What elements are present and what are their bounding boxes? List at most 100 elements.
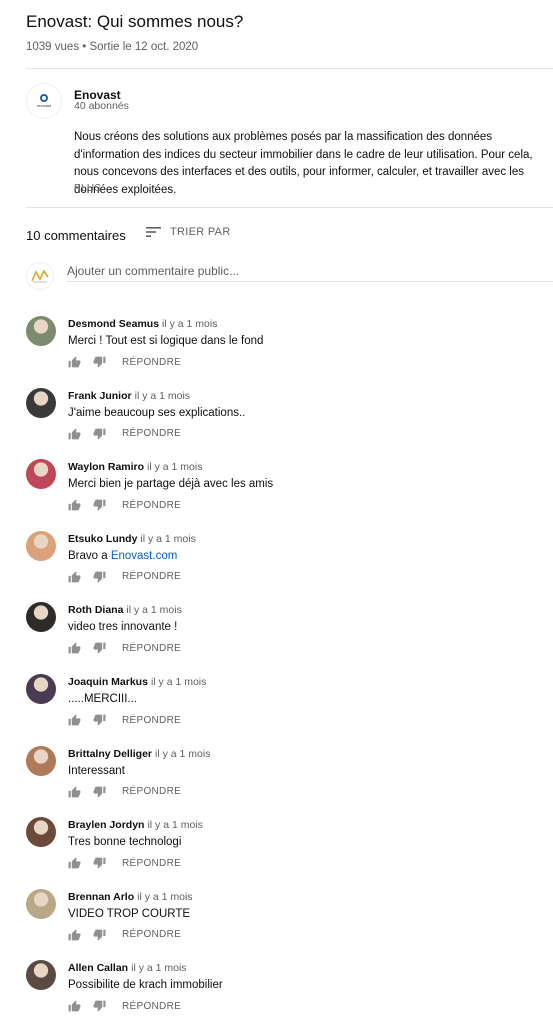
comment-actions: RÉPONDRE — [68, 857, 181, 869]
commenter-avatar[interactable] — [26, 602, 56, 633]
comment-text-content: Merci ! Tout est si logique dans le fond — [68, 335, 264, 347]
reply-button[interactable]: RÉPONDRE — [122, 643, 181, 654]
comment-author[interactable]: Brittalny Delliger — [68, 748, 152, 760]
add-comment-input[interactable]: Ajouter un commentaire public... — [67, 260, 553, 282]
thumb-up-icon — [68, 356, 81, 368]
thumb-up-icon — [68, 929, 81, 941]
channel-avatar[interactable]: enovast — [26, 83, 62, 119]
reply-button[interactable]: RÉPONDRE — [122, 500, 181, 511]
comment-time[interactable]: il y a 1 mois — [147, 819, 202, 831]
comment-text-content: Interessant — [68, 764, 125, 777]
comment-author[interactable]: Frank Junior — [68, 390, 132, 402]
comment-link[interactable]: Enovast.com — [111, 550, 177, 562]
divider-top — [26, 68, 553, 69]
comment-author[interactable]: Allen Callan — [68, 962, 128, 974]
comment-author[interactable]: Waylon Ramiro — [68, 461, 144, 473]
thumb-up-icon — [68, 428, 81, 440]
like-button[interactable] — [68, 714, 81, 726]
comment-item: Brittalny Delliger il y a 1 mois Interessa… — [26, 745, 553, 818]
reply-button[interactable]: RÉPONDRE — [122, 571, 181, 582]
comment-text: Possibilite de krach immobilier — [68, 979, 223, 991]
comment-text: .....MERCIII... — [68, 693, 137, 705]
dislike-button[interactable] — [93, 857, 106, 869]
like-button[interactable] — [68, 642, 81, 654]
reply-button[interactable]: RÉPONDRE — [122, 786, 181, 797]
thumb-down-icon — [93, 356, 106, 368]
comment-author[interactable]: Brennan Arlo — [68, 891, 134, 903]
dislike-button[interactable] — [93, 571, 106, 583]
commenter-avatar[interactable] — [26, 817, 56, 848]
comment-author[interactable]: Desmond Seamus — [68, 318, 159, 330]
comment-text: J'aime beaucoup ses explications.. — [68, 407, 245, 419]
commenter-avatar[interactable] — [26, 888, 56, 919]
reply-button[interactable]: RÉPONDRE — [122, 858, 181, 869]
reply-button[interactable]: RÉPONDRE — [122, 1001, 181, 1012]
thumb-down-icon — [93, 857, 106, 869]
thumb-up-icon — [68, 642, 81, 654]
comment-time[interactable]: il y a 1 mois — [155, 748, 210, 760]
comment-author[interactable]: Joaquin Markus — [68, 676, 148, 688]
like-button[interactable] — [68, 857, 81, 869]
dislike-button[interactable] — [93, 786, 106, 798]
reply-button[interactable]: RÉPONDRE — [122, 357, 181, 368]
like-button[interactable] — [68, 428, 81, 440]
comment-actions: RÉPONDRE — [68, 428, 181, 440]
dislike-button[interactable] — [93, 428, 106, 440]
like-button[interactable] — [68, 571, 81, 583]
comment-time[interactable]: il y a 1 mois — [140, 533, 195, 545]
commenter-avatar[interactable] — [26, 960, 56, 991]
like-button[interactable] — [68, 1000, 81, 1012]
sort-button[interactable]: TRIER PAR — [146, 226, 231, 238]
comment-item: Etsuko Lundy il y a 1 mois Bravo a Enovast… — [26, 530, 553, 603]
video-meta: 1039 vues • Sortie le 12 oct. 2020 — [26, 41, 199, 53]
commenter-avatar[interactable] — [26, 459, 56, 490]
comment-actions: RÉPONDRE — [68, 786, 181, 798]
dislike-button[interactable] — [93, 356, 106, 368]
comment-time[interactable]: il y a 1 mois — [151, 676, 206, 688]
like-button[interactable] — [68, 786, 81, 798]
thumb-up-icon — [68, 1000, 81, 1012]
thumb-down-icon — [93, 786, 106, 798]
dislike-button[interactable] — [93, 1000, 106, 1012]
dislike-button[interactable] — [93, 642, 106, 654]
comment-item: Brennan Arlo il y a 1 mois VIDEO TROP COUR… — [26, 888, 553, 961]
commenter-avatar[interactable] — [26, 387, 56, 418]
comment-actions: RÉPONDRE — [68, 499, 181, 511]
comment-time[interactable]: il y a 1 mois — [147, 461, 202, 473]
commenter-avatar[interactable] — [26, 674, 56, 704]
comment-text-content: J'aime beaucoup ses explications.. — [68, 406, 246, 419]
comment-time[interactable]: il y a 1 mois — [137, 891, 192, 903]
comment-item: Joaquin Markus il y a 1 mois .....MERCIII.… — [26, 674, 553, 746]
comment-text-content: .....MERCIII... — [68, 693, 138, 705]
logo-text: enovast — [36, 103, 51, 108]
comment-actions: RÉPONDRE — [68, 714, 181, 726]
comment-text: VIDEO TROP COURTE — [68, 908, 190, 920]
thumb-up-icon — [68, 857, 81, 869]
reply-button[interactable]: RÉPONDRE — [122, 715, 181, 726]
commenter-avatar[interactable] — [26, 316, 56, 346]
comment-text: video tres innovante ! — [68, 621, 177, 633]
commenter-avatar[interactable] — [26, 745, 56, 776]
comment-author[interactable]: Etsuko Lundy — [68, 533, 137, 545]
thumb-up-icon — [68, 714, 81, 726]
commenter-avatar[interactable] — [26, 530, 56, 561]
like-button[interactable] — [68, 356, 81, 368]
comment-time[interactable]: il y a 1 mois — [126, 604, 181, 616]
comment-time[interactable]: il y a 1 mois — [135, 390, 190, 402]
like-button[interactable] — [68, 929, 81, 941]
dislike-button[interactable] — [93, 499, 106, 511]
reply-button[interactable]: RÉPONDRE — [122, 428, 181, 439]
comment-time[interactable]: il y a 1 mois — [131, 962, 186, 974]
enovast-logo-icon — [40, 94, 48, 102]
thumb-down-icon — [93, 1000, 106, 1012]
comment-author[interactable]: Braylen Jordyn — [68, 819, 144, 831]
like-button[interactable] — [68, 499, 81, 511]
reply-button[interactable]: RÉPONDRE — [122, 929, 181, 940]
dislike-button[interactable] — [93, 714, 106, 726]
comment-time[interactable]: il y a 1 mois — [162, 318, 217, 330]
thumb-down-icon — [93, 571, 106, 583]
show-more-button[interactable]: PLUS — [74, 183, 101, 194]
dislike-button[interactable] — [93, 929, 106, 941]
comment-author[interactable]: Roth Diana — [68, 604, 123, 616]
sort-icon — [146, 226, 162, 238]
